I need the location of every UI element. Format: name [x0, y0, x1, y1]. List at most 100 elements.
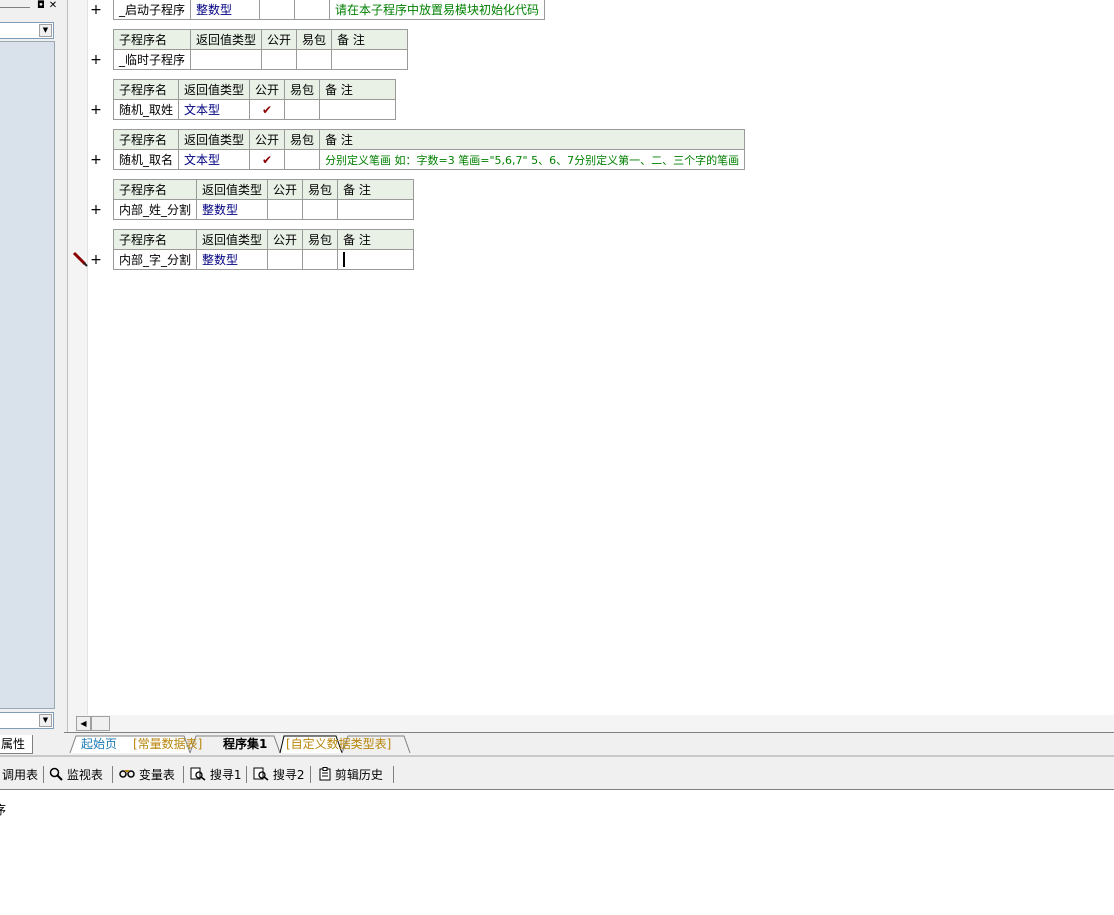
toolbar-search2[interactable]: 搜寻2: [253, 766, 304, 784]
public-check-icon[interactable]: ✔: [249, 149, 286, 170]
pen-icon: [72, 251, 88, 267]
variables-icon: [119, 770, 135, 778]
column-header: 易包: [302, 179, 339, 200]
expand-icon[interactable]: +: [90, 53, 102, 67]
subroutine-name[interactable]: 随机_取姓: [112, 99, 180, 120]
left-panel-divider: [0, 7, 30, 8]
left-panel-combo[interactable]: ▼: [0, 22, 54, 39]
note-cell[interactable]: [331, 49, 409, 70]
toolbar-variable-table[interactable]: 变量表: [119, 766, 175, 784]
subroutine-name[interactable]: 内部_姓_分割: [112, 199, 198, 220]
column-header: 备 注: [319, 79, 397, 100]
easy-pack-cell[interactable]: [302, 249, 339, 270]
search-doc-icon: [253, 767, 269, 781]
easy-pack-cell[interactable]: [284, 99, 321, 120]
clipboard-icon: [319, 767, 331, 781]
column-header: 备 注: [319, 129, 746, 150]
public-cell[interactable]: [267, 249, 304, 270]
column-header: 公开: [261, 29, 298, 50]
note-cell[interactable]: 请在本子程序中放置易模块初始化代码: [329, 0, 546, 20]
column-header: 子程序名: [112, 129, 180, 150]
toolbar-separator: [310, 766, 311, 783]
tab-properties[interactable]: 属性: [0, 735, 33, 754]
subroutine-table: 子程序名 返回值类型 公开 易包 备 注 随机_取名 文本型 ✔ 分别定义笔画 …: [112, 129, 746, 170]
return-type[interactable]: 整数型: [196, 249, 269, 270]
note-cell[interactable]: [319, 99, 397, 120]
public-check-icon[interactable]: ✔: [249, 99, 286, 120]
editor-gutter: [68, 0, 88, 715]
return-type[interactable]: 文本型: [178, 99, 251, 120]
subroutine-table: 子程序名 返回值类型 公开 易包 备 注 随机_取姓 文本型 ✔: [112, 79, 397, 120]
subroutine-name[interactable]: 随机_取名: [112, 149, 180, 170]
column-header: 子程序名: [112, 29, 192, 50]
scrollbar-thumb[interactable]: [91, 716, 110, 731]
return-type[interactable]: 整数型: [196, 199, 269, 220]
column-header: 返回值类型: [196, 229, 269, 250]
column-header: 易包: [296, 29, 333, 50]
scroll-left-icon[interactable]: ◀: [76, 716, 91, 731]
toolbar-watch-table[interactable]: 监视表: [49, 766, 103, 784]
left-panel-list[interactable]: [0, 41, 55, 709]
return-type[interactable]: [190, 49, 263, 70]
public-cell[interactable]: [267, 199, 304, 220]
subroutine-name[interactable]: 内部_字_分割: [112, 249, 198, 270]
return-type[interactable]: 整数型: [190, 0, 261, 20]
output-text: 序: [0, 803, 7, 817]
subroutine-name[interactable]: _临时子程序: [112, 49, 192, 70]
subroutine-table: 子程序名 返回值类型 公开 易包 备 注 _临时子程序: [112, 29, 409, 70]
note-cell-active[interactable]: [337, 249, 415, 270]
toolbar-clip-history[interactable]: 剪辑历史: [319, 766, 383, 784]
horizontal-scrollbar[interactable]: [68, 715, 1114, 732]
chevron-down-icon[interactable]: ▼: [39, 24, 52, 37]
column-header: 公开: [267, 229, 304, 250]
expand-icon[interactable]: +: [90, 203, 102, 217]
column-header: 返回值类型: [196, 179, 269, 200]
output-panel[interactable]: 序: [0, 790, 1114, 915]
toolbar-separator: [112, 766, 113, 783]
text-caret: [343, 252, 346, 267]
column-header: 易包: [284, 129, 321, 150]
call-table-label: 调用表: [2, 768, 39, 782]
public-cell[interactable]: [259, 0, 296, 20]
easy-pack-cell[interactable]: [284, 149, 321, 170]
expand-icon[interactable]: +: [90, 153, 102, 167]
tab-start-page[interactable]: 起始页: [81, 735, 117, 753]
chevron-down-icon[interactable]: ▼: [39, 714, 52, 727]
subroutine-table: 子程序名 返回值类型 公开 易包 备 注 内部_字_分割 整数型: [112, 229, 415, 270]
column-header: 备 注: [337, 229, 415, 250]
column-header: 公开: [249, 79, 286, 100]
column-header: 备 注: [331, 29, 409, 50]
subroutine-table: 子程序名 返回值类型 公开 易包 备 注 内部_姓_分割 整数型: [112, 179, 415, 220]
magnifier-icon: [49, 767, 63, 781]
variable-table-label: 变量表: [138, 768, 175, 782]
tab-constants[interactable]: [常量数据表]: [133, 735, 202, 753]
left-panel-combo-bottom[interactable]: ▼: [0, 712, 54, 729]
close-icon[interactable]: ✕: [48, 1, 58, 11]
watch-table-label: 监视表: [66, 768, 103, 782]
easy-pack-cell[interactable]: [294, 0, 331, 20]
column-header: 备 注: [337, 179, 415, 200]
note-cell[interactable]: 分别定义笔画 如：字数=3 笔画="5,6,7" 5、6、7分别定义第一、二、三…: [319, 149, 746, 170]
easy-pack-cell[interactable]: [296, 49, 333, 70]
column-header: 公开: [249, 129, 286, 150]
return-type[interactable]: 文本型: [178, 149, 251, 170]
expand-icon[interactable]: +: [90, 3, 102, 17]
search1-label: 搜寻1: [209, 768, 242, 782]
column-header: 子程序名: [112, 179, 198, 200]
clip-history-label: 剪辑历史: [334, 768, 383, 782]
public-cell[interactable]: [261, 49, 298, 70]
tab-program-set[interactable]: 程序集1: [223, 735, 267, 753]
toolbar-separator: [393, 766, 394, 783]
expand-icon[interactable]: +: [90, 253, 102, 267]
note-cell[interactable]: [337, 199, 415, 220]
column-header: 返回值类型: [178, 129, 251, 150]
pin-icon[interactable]: ◘: [36, 1, 46, 11]
subroutine-name[interactable]: _启动子程序: [112, 0, 192, 20]
expand-icon[interactable]: +: [90, 103, 102, 117]
subroutine-table: _启动子程序 整数型 请在本子程序中放置易模块初始化代码: [112, 0, 546, 20]
toolbar-separator: [43, 766, 44, 783]
toolbar-call-table[interactable]: 调用表: [2, 766, 38, 784]
toolbar-search1[interactable]: 搜寻1: [190, 766, 241, 784]
easy-pack-cell[interactable]: [302, 199, 339, 220]
tab-custom-types[interactable]: [自定义数据类型表]: [286, 735, 391, 753]
